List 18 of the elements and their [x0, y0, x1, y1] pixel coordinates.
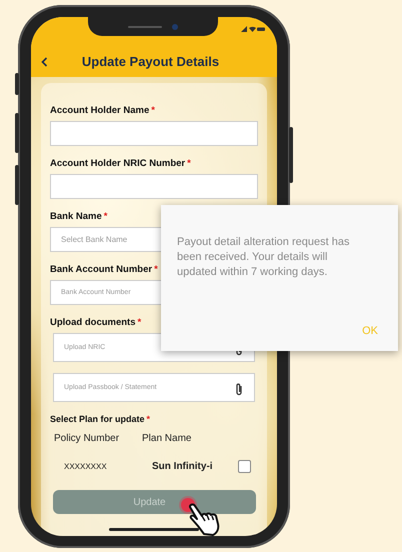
field-label: Account Holder NRIC Number * [50, 158, 191, 170]
checkbox[interactable] [238, 460, 251, 473]
column-header: Plan Name [142, 433, 192, 444]
field-label: Upload documents * [50, 317, 142, 329]
status-icons [241, 26, 265, 32]
field-label: Account Holder Name * [50, 105, 155, 117]
paperclip-icon[interactable] [235, 383, 243, 396]
column-header: Policy Number [54, 433, 120, 444]
field-label: Bank Name * [50, 211, 108, 223]
ok-button[interactable]: OK [362, 325, 378, 337]
page-title: Update Payout Details [80, 54, 220, 69]
policy-number: XXXXXXXX [64, 462, 107, 471]
field-label: Bank Account Number * [50, 264, 158, 276]
back-icon[interactable] [41, 56, 48, 66]
plan-name: Sun Infinity-i [152, 461, 213, 472]
field-label: Select Plan for update * [50, 413, 150, 425]
input-field[interactable] [50, 121, 258, 146]
input-field[interactable] [50, 174, 258, 199]
